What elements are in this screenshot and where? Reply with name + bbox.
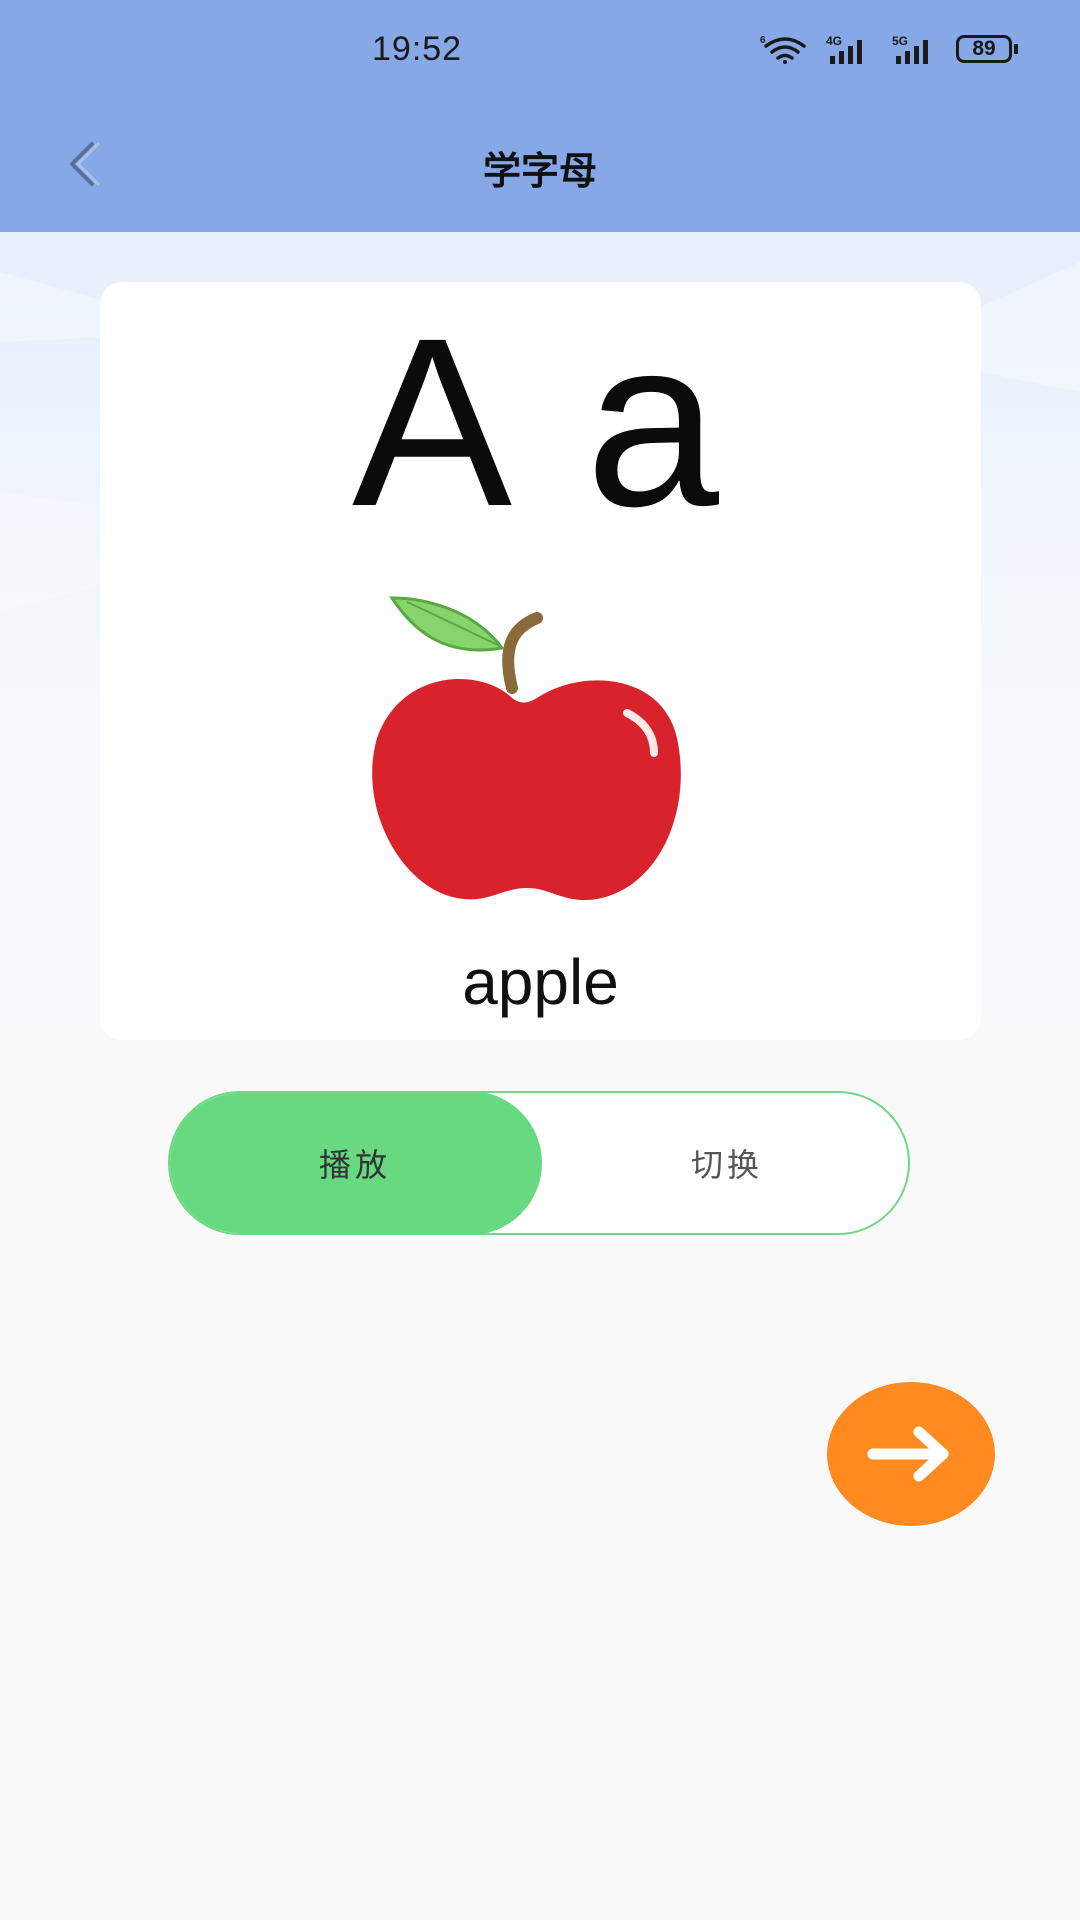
switch-button[interactable]: 切换: [542, 1093, 908, 1233]
status-icons: 6 4G 5G 89: [760, 34, 1018, 64]
next-button[interactable]: [827, 1382, 995, 1526]
letter-card: A a apple: [100, 282, 981, 1040]
page-title: 学字母: [482, 149, 597, 193]
svg-text:4G: 4G: [826, 34, 842, 48]
status-time: 19:52: [372, 30, 463, 68]
play-button[interactable]: 播放: [170, 1093, 542, 1233]
letter-display: A a: [352, 288, 729, 556]
svg-text:6: 6: [760, 35, 766, 46]
wifi-icon: 6: [760, 35, 806, 64]
battery-indicator: 89: [956, 35, 1018, 63]
apple-icon: [372, 596, 681, 901]
mode-toggle: 播放 切换: [168, 1091, 910, 1235]
battery-tip: [1014, 44, 1018, 54]
arrow-right-icon: [867, 1426, 949, 1482]
signal-5g-icon: 5G: [892, 34, 928, 64]
svg-text:5G: 5G: [892, 34, 908, 48]
battery-level: 89: [956, 35, 1012, 63]
app-header: 19:52 6 4G 5G 89 学字母: [0, 0, 1080, 232]
signal-4g-icon: 4G: [826, 34, 862, 64]
word-label: apple: [462, 946, 619, 1018]
